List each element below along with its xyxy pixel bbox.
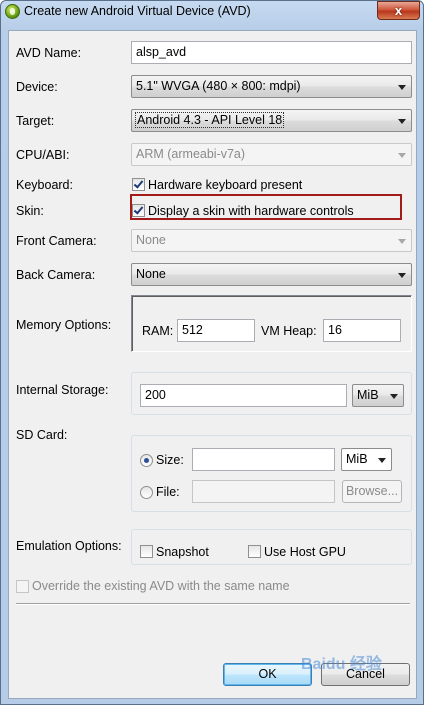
front-camera-dropdown: None — [131, 229, 412, 252]
front-camera-value: None — [136, 233, 166, 247]
front-camera-label: Front Camera: — [16, 234, 97, 248]
memory-options-label: Memory Options: — [16, 318, 112, 332]
title-bar[interactable]: Create new Android Virtual Device (AVD) … — [1, 1, 423, 23]
target-dropdown[interactable]: Android 4.3 - API Level 18 — [131, 109, 412, 132]
separator — [16, 603, 410, 605]
skin-checkbox-label: Display a skin with hardware controls — [148, 204, 354, 218]
sd-size-radio[interactable] — [140, 454, 153, 467]
android-sdk-icon — [5, 4, 20, 19]
window-title: Create new Android Virtual Device (AVD) — [24, 4, 251, 18]
sd-file-input — [192, 480, 335, 503]
sd-size-unit: MiB — [346, 452, 368, 466]
close-button[interactable]: x — [377, 1, 420, 20]
snapshot-label: Snapshot — [156, 545, 209, 559]
skin-checkbox[interactable] — [132, 204, 145, 217]
sd-size-input[interactable] — [192, 448, 335, 471]
avd-name-input[interactable]: alsp_avd — [131, 41, 412, 64]
internal-storage-label: Internal Storage: — [16, 383, 109, 397]
dialog-window: Create new Android Virtual Device (AVD) … — [0, 0, 424, 705]
keyboard-checkbox-label: Hardware keyboard present — [148, 178, 303, 192]
chevron-down-icon — [398, 119, 406, 124]
skin-label: Skin: — [16, 204, 44, 218]
sd-file-label: File: — [156, 485, 180, 499]
device-label: Device: — [16, 80, 58, 94]
chevron-down-icon — [378, 458, 386, 463]
emulation-options-label: Emulation Options: — [16, 539, 122, 553]
internal-storage-input[interactable]: 200 — [140, 384, 347, 407]
internal-storage-unit-dropdown[interactable]: MiB — [352, 384, 404, 407]
override-checkbox — [16, 580, 29, 593]
sd-size-unit-dropdown[interactable]: MiB — [341, 448, 392, 471]
browse-button: Browse... — [342, 480, 402, 503]
vm-heap-input[interactable]: 16 — [323, 319, 401, 342]
sd-file-radio[interactable] — [140, 486, 153, 499]
chevron-down-icon — [398, 153, 406, 158]
sd-size-label: Size: — [156, 453, 184, 467]
sd-card-label: SD Card: — [16, 428, 68, 442]
host-gpu-checkbox[interactable] — [248, 545, 261, 558]
device-dropdown[interactable]: 5.1" WVGA (480 × 800: mdpi) — [131, 75, 412, 98]
chevron-down-icon — [398, 273, 406, 278]
keyboard-label: Keyboard: — [16, 178, 73, 192]
back-camera-dropdown[interactable]: None — [131, 263, 412, 286]
back-camera-label: Back Camera: — [16, 268, 96, 282]
override-label: Override the existing AVD with the same … — [32, 579, 290, 593]
target-value: Android 4.3 - API Level 18 — [134, 112, 285, 128]
cpu-abi-label: CPU/ABI: — [16, 148, 70, 162]
baidu-watermark: Baidu 经验 — [301, 656, 382, 673]
chevron-down-icon — [398, 85, 406, 90]
snapshot-checkbox[interactable] — [140, 545, 153, 558]
device-value: 5.1" WVGA (480 × 800: mdpi) — [136, 79, 301, 93]
keyboard-checkbox[interactable] — [132, 178, 145, 191]
chevron-down-icon — [398, 239, 406, 244]
cpu-abi-dropdown: ARM (armeabi-v7a) — [131, 143, 412, 166]
ok-button[interactable]: OK — [223, 663, 312, 686]
dialog-body: AVD Name: alsp_avd Device: 5.1" WVGA (48… — [8, 30, 417, 699]
target-label: Target: — [16, 114, 55, 128]
back-camera-value: None — [136, 267, 166, 281]
avd-name-label: AVD Name: — [16, 46, 82, 60]
ram-input[interactable]: 512 — [177, 319, 255, 342]
cpu-abi-value: ARM (armeabi-v7a) — [136, 147, 246, 161]
ram-label: RAM: — [142, 324, 174, 338]
internal-storage-unit: MiB — [357, 388, 379, 402]
host-gpu-label: Use Host GPU — [264, 545, 346, 559]
vm-heap-label: VM Heap: — [261, 324, 317, 338]
chevron-down-icon — [390, 394, 398, 399]
